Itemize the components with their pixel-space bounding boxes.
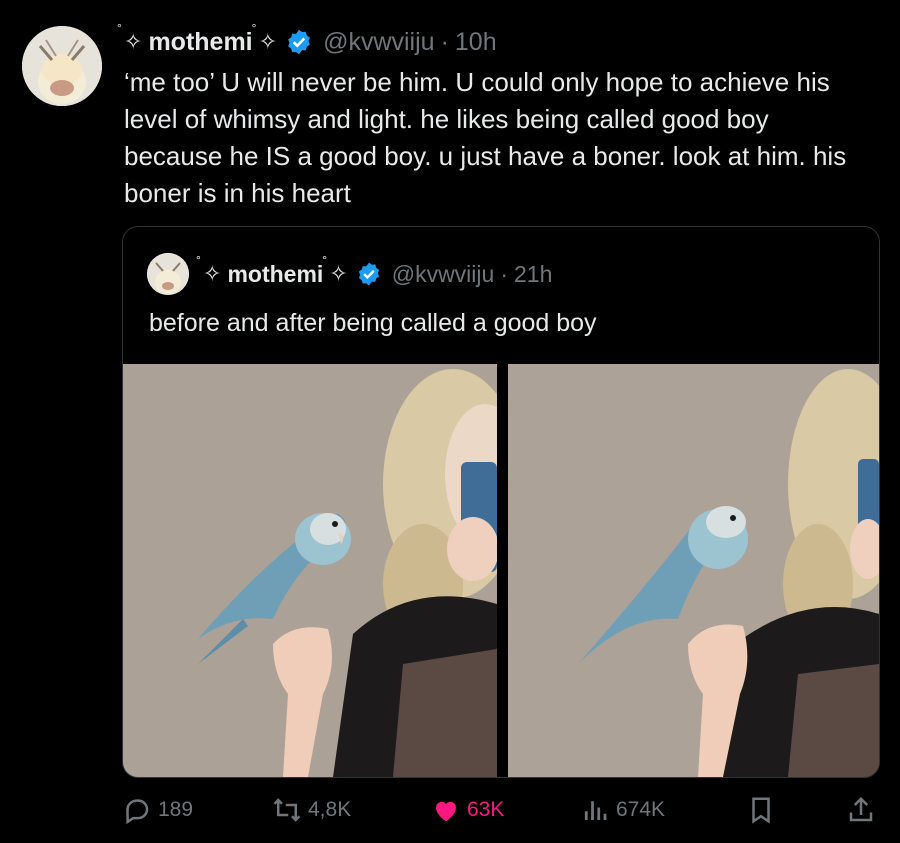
quoted-text: before and after being called a good boy xyxy=(149,309,597,337)
views-icon xyxy=(584,801,607,820)
sparkle-icon: ° ✧ xyxy=(117,21,143,54)
quoted-tweet[interactable]: ° ✧ mothemi ° ✧ @kvwviiju · 21h before and… xyxy=(122,226,880,778)
like-count: 63K xyxy=(467,798,505,821)
share-icon xyxy=(849,796,873,822)
verified-badge-icon xyxy=(288,29,310,55)
views-count: 674K xyxy=(616,798,666,821)
time-separator: · xyxy=(500,260,508,287)
tweet-text: ‘me too’ U will never be him. U could on… xyxy=(124,67,847,208)
sparkle-icon: ° ✧ xyxy=(196,253,222,286)
quoted-time[interactable]: 21h xyxy=(514,261,552,288)
reply-icon xyxy=(126,799,149,825)
time-separator: · xyxy=(440,27,449,56)
sparkle-icon: ° ✧ xyxy=(251,21,278,54)
author-handle[interactable]: @kvwviiju xyxy=(323,28,435,57)
tweet-header: ° ✧ mothemi ° ✧ @kvwviiju · 10h xyxy=(117,21,497,60)
quoted-header: ° ✧ mothemi ° ✧ @kvwviiju · 21h xyxy=(196,253,552,293)
quoted-author-avatar[interactable] xyxy=(147,253,189,295)
share-button[interactable] xyxy=(846,790,882,830)
repost-icon xyxy=(273,798,301,822)
reply-count: 189 xyxy=(158,798,194,821)
bookmark-button[interactable] xyxy=(746,790,782,830)
quoted-author-handle[interactable]: @kvwviiju xyxy=(392,261,495,288)
quoted-author-name[interactable]: mothemi xyxy=(227,261,323,288)
bookmark-icon xyxy=(752,797,770,824)
sparkle-icon: ° ✧ xyxy=(322,253,348,286)
reply-button[interactable]: 189 xyxy=(122,790,193,830)
tweet-time[interactable]: 10h xyxy=(455,28,497,57)
repost-button[interactable]: 4,8K xyxy=(272,790,351,830)
photo-after[interactable] xyxy=(508,364,879,777)
author-name[interactable]: mothemi xyxy=(148,28,252,57)
action-bar: 189 4,8K 63K 674K xyxy=(0,790,900,830)
like-button[interactable]: 63K xyxy=(431,790,504,830)
repost-count: 4,8K xyxy=(308,798,352,821)
views-button[interactable]: 674K xyxy=(580,790,665,830)
verified-badge-icon xyxy=(358,262,379,286)
photo-before[interactable] xyxy=(123,364,497,777)
author-avatar[interactable] xyxy=(22,26,102,106)
heart-icon xyxy=(436,801,456,822)
